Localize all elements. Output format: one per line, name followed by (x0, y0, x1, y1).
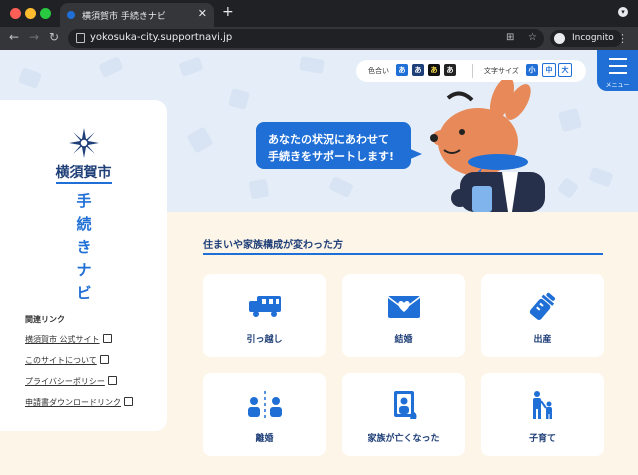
section-divider (203, 253, 603, 255)
external-link-icon (107, 376, 117, 385)
external-link-icon (102, 334, 112, 343)
link-privacy-policy[interactable]: プライバシーポリシー (25, 375, 117, 387)
menu-label: メニュー (605, 82, 630, 89)
card-marriage[interactable]: 結婚 (342, 274, 465, 357)
section-title: 住まいや家族構成が変わった方 (203, 240, 343, 251)
title-char: き (76, 238, 92, 256)
card-label: 結婚 (394, 335, 413, 345)
text-size-small[interactable]: 小 (526, 64, 538, 76)
card-label: 引っ越し (246, 335, 283, 345)
maximize-window-button[interactable] (40, 8, 51, 19)
title-char: ナ (76, 261, 92, 279)
hamburger-icon-bar (609, 72, 627, 74)
card-label: 家族が亡くなった (367, 434, 440, 444)
hero-speech-bubble: あなたの状況にあわせて 手続きをサポートします! (256, 122, 411, 169)
browser-tab[interactable]: 横須賀市 手続きナビ ✕ (60, 3, 214, 27)
logo-divider (56, 182, 112, 184)
related-links-heading: 関連リンク (25, 315, 65, 324)
parent-child-icon (533, 391, 552, 419)
city-name: 横須賀市 (55, 165, 112, 181)
incognito-icon (554, 33, 565, 44)
link-label: 申請書ダウンロードリンク (25, 398, 121, 407)
page-content: 色合い あ あ あ あ 文字サイズ 小 中 大 あなたの状況にあわせて 手続きを… (0, 50, 638, 475)
site-title-vertical: 手 続 き ナ ビ (74, 190, 94, 305)
bookmark-star-icon[interactable]: ☆ (528, 32, 537, 43)
text-size-medium[interactable]: 中 (542, 63, 556, 77)
color-option-navy[interactable]: あ (412, 64, 424, 76)
hamburger-icon (609, 58, 627, 60)
hamburger-icon-bar (609, 65, 627, 67)
display-options-bar: 色合い あ あ あ あ 文字サイズ 小 中 大 (356, 60, 586, 82)
reload-icon[interactable]: ↻ (49, 30, 59, 44)
moving-truck-icon (249, 296, 281, 317)
card-family-death[interactable]: 家族が亡くなった (342, 373, 465, 456)
card-child-rearing[interactable]: 子育て (481, 373, 604, 456)
forward-icon[interactable]: → (29, 30, 39, 44)
card-label: 子育て (528, 434, 556, 444)
card-label: 出産 (533, 335, 552, 345)
incognito-profile-button[interactable]: Incognito (550, 30, 622, 47)
browser-toolbar: ← → ↻ yokosuka-city.supportnavi.jp ⊞ ☆ I… (0, 27, 638, 50)
card-label: 離婚 (255, 434, 274, 444)
address-bar[interactable]: yokosuka-city.supportnavi.jp ⊞ ☆ (68, 29, 544, 48)
url-text: yokosuka-city.supportnavi.jp (90, 32, 233, 43)
separated-couple-icon (248, 391, 282, 419)
browser-menu-icon[interactable]: ⋮ (617, 32, 628, 45)
card-moving[interactable]: 引っ越し (203, 274, 326, 357)
memorial-portrait-icon (394, 391, 417, 419)
color-option-dark[interactable]: あ (444, 64, 456, 76)
heart-envelope-icon (387, 296, 421, 318)
link-about-site[interactable]: このサイトについて (25, 354, 109, 366)
title-char: ビ (76, 284, 92, 302)
incognito-label: Incognito (572, 33, 614, 43)
link-form-downloads[interactable]: 申請書ダウンロードリンク (25, 396, 133, 408)
lock-icon (76, 33, 85, 43)
bubble-line-1: あなたの状況にあわせて (268, 133, 389, 146)
link-label: 横須賀市 公式サイト (25, 335, 100, 344)
color-option-blue[interactable]: あ (396, 64, 408, 76)
mascot-illustration (430, 80, 545, 212)
color-option-yellow[interactable]: あ (428, 64, 440, 76)
title-char: 手 (76, 192, 92, 210)
link-label: このサイトについて (25, 356, 97, 365)
external-link-icon (124, 397, 133, 406)
sidebar-card: 横須賀市 手 続 き ナ ビ 関連リンク 横須賀市 公式サイト このサイトについ… (0, 100, 167, 431)
color-option-label: 色合い (368, 67, 389, 75)
card-divorce[interactable]: 離婚 (203, 373, 326, 456)
options-divider (472, 64, 473, 78)
text-size-label: 文字サイズ (484, 67, 519, 75)
text-size-large[interactable]: 大 (558, 63, 572, 77)
new-tab-icon[interactable]: + (222, 4, 234, 20)
city-emblem-icon (69, 128, 99, 158)
bubble-line-2: 手続きをサポートします! (268, 150, 395, 163)
external-link-icon (99, 355, 109, 364)
back-icon[interactable]: ← (9, 30, 19, 44)
link-official-site[interactable]: 横須賀市 公式サイト (25, 333, 112, 345)
tab-close-icon[interactable]: ✕ (198, 7, 207, 20)
title-char: 続 (76, 215, 92, 233)
browser-chrome: 横須賀市 手続きナビ ✕ + ▾ ← → ↻ yokosuka-city.sup… (0, 0, 638, 50)
close-window-button[interactable] (10, 8, 21, 19)
minimize-window-button[interactable] (25, 8, 36, 19)
translate-icon[interactable]: ⊞ (506, 32, 514, 43)
link-label: プライバシーポリシー (25, 377, 105, 386)
favicon-icon (67, 11, 75, 19)
tab-search-icon[interactable]: ▾ (618, 7, 628, 17)
tab-title: 横須賀市 手続きナビ (82, 12, 166, 22)
baby-bottle-icon (529, 292, 556, 320)
menu-button[interactable]: メニュー (597, 50, 638, 91)
tab-bar: 横須賀市 手続きナビ ✕ + ▾ (0, 0, 638, 27)
card-childbirth[interactable]: 出産 (481, 274, 604, 357)
